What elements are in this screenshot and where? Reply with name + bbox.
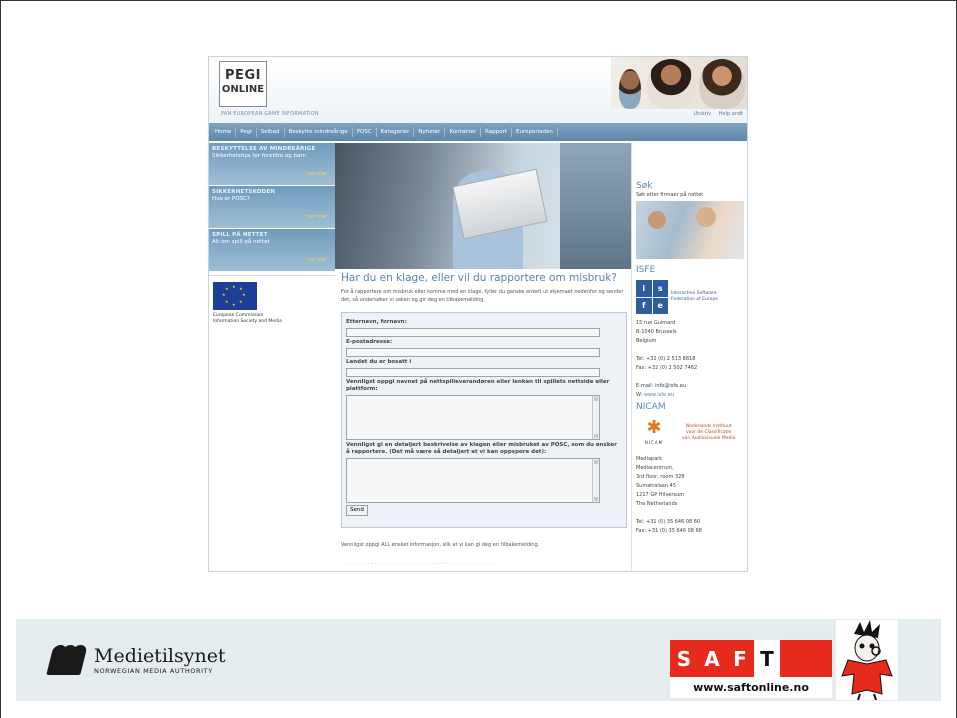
read-more-link[interactable]: Les mer — [307, 257, 327, 263]
nav-categories[interactable]: Kategorier — [377, 127, 415, 137]
complaint-form: Etternavn, fornavn: E-postadresse: Lande… — [341, 312, 627, 528]
nicam-logo[interactable]: ✱ NICAM Nederlands Instituut voor de Cla… — [636, 415, 745, 451]
page-title: Har du en klage, eller vil du rapportere… — [341, 272, 617, 284]
textarea-scrollbar[interactable] — [592, 459, 599, 502]
name-field[interactable] — [346, 328, 600, 337]
promo-safety-code[interactable]: SIKKERHETSKODEN Hva er POSC? Les mer — [209, 186, 335, 228]
report-content: Har du en klage, eller vil du rapportere… — [335, 269, 631, 571]
left-column: BESKYTTELSE AV MINDREÅRIGE Sikkerhetstip… — [209, 143, 335, 272]
read-more-link[interactable]: Les mer — [307, 214, 327, 220]
medietilsynet-mark-icon — [46, 641, 88, 679]
textarea-scrollbar[interactable] — [592, 396, 599, 439]
email-field[interactable] — [346, 348, 600, 357]
main-navigation: Home Pegi Selbad Beskytte mindreårige PO… — [209, 123, 747, 141]
isfe-web-link[interactable]: www.isfe.eu — [644, 392, 674, 398]
nicam-heading: NICAM — [636, 402, 666, 412]
hero-image — [335, 143, 631, 269]
nicam-address: Mediapark Mediacentrum, 3rd floor, room … — [636, 456, 702, 534]
read-more-link[interactable]: Les mer — [307, 171, 327, 177]
details-textarea[interactable] — [346, 458, 600, 503]
details-label: Vennligst gi en detaljert beskrivelse av… — [346, 442, 617, 455]
email-label: E-postadresse: — [346, 339, 393, 345]
medietilsynet-subtitle: NORWEGIAN MEDIA AUTHORITY — [94, 667, 213, 675]
provider-textarea[interactable] — [346, 395, 600, 440]
nicam-figure-icon: ✱ NICAM — [644, 417, 664, 445]
medietilsynet-name: Medietilsynet — [94, 645, 226, 667]
send-button[interactable]: Send — [346, 505, 368, 516]
nav-selbad[interactable]: Selbad — [257, 127, 285, 137]
provider-label: Vennligst oppgi navnet på nettspillevera… — [346, 379, 610, 392]
search-photo[interactable] — [636, 201, 744, 259]
eu-flag-icon: ★ ★ ★ ★ ★ ★ ★ ★ — [213, 282, 257, 310]
header-children-photo — [611, 57, 747, 109]
nav-protect-minors[interactable]: Beskytte mindreårige — [285, 127, 353, 137]
saft-mascot-icon — [836, 620, 898, 701]
promo-protect-minors[interactable]: BESKYTTELSE AV MINDREÅRIGE Sikkerhetstip… — [209, 143, 335, 185]
medietilsynet-logo: Medietilsynet NORWEGIAN MEDIA AUTHORITY — [46, 641, 226, 679]
country-label: Landet du er bosatt i — [346, 359, 412, 365]
nav-pegi[interactable]: Pegi — [236, 127, 257, 137]
search-link[interactable]: Søk etter firmaer på nettet — [636, 192, 745, 199]
pegi-online-logo[interactable]: PEGI ONLINE — [219, 61, 267, 107]
isfe-heading: ISFE — [636, 265, 656, 275]
isfe-logo[interactable]: is fe Interactive Software Federation of… — [636, 279, 742, 315]
footer-note: Vennligst oppgi ALL ønsket informasjon, … — [341, 542, 540, 548]
header-links: Utskriv Help andt — [688, 111, 743, 117]
saft-logo: S A F T www.saftonline.no — [670, 640, 832, 698]
nav-contacts[interactable]: Kontakter — [445, 127, 482, 137]
site-header: PEGI ONLINE PAN EUROPEAN GAME INFORMATIO… — [209, 57, 747, 123]
saft-url: www.saftonline.no — [670, 677, 832, 698]
website-screenshot: PEGI ONLINE PAN EUROPEAN GAME INFORMATIO… — [208, 56, 748, 572]
nav-home[interactable]: Home — [211, 127, 237, 137]
name-label: Etternavn, fornavn: — [346, 319, 407, 325]
nav-news[interactable]: Nyheter — [414, 127, 446, 137]
isfe-address: 15 rue Guimard B-1040 Brussels Belgium T… — [636, 320, 698, 398]
search-heading: Søk — [636, 181, 653, 191]
promo-online-games[interactable]: SPILL PÅ NETTET Alt om spill på nettet L… — [209, 229, 335, 271]
eu-commission-box[interactable]: ★ ★ ★ ★ ★ ★ ★ ★ European Commission Informati… — [209, 275, 335, 327]
help-link[interactable]: Help andt — [719, 111, 743, 117]
intro-text: For å rapportere om misbruk eller komme … — [341, 289, 624, 303]
pegi-tagline: PAN EUROPEAN GAME INFORMATION — [221, 111, 319, 117]
nav-europeriaden[interactable]: Europeriaden — [512, 127, 558, 137]
nav-report[interactable]: Rapport — [481, 127, 512, 137]
right-column: Søk Søk etter firmaer på nettet ISFE is … — [631, 143, 747, 571]
nav-posc[interactable]: POSC — [353, 127, 377, 137]
isfe-mark-icon: is fe — [636, 280, 668, 314]
country-field[interactable] — [346, 368, 600, 377]
truncated-text: . . . . . . . . . . . . . . . . . . . . … — [341, 560, 495, 566]
print-link[interactable]: Utskriv — [694, 111, 712, 117]
